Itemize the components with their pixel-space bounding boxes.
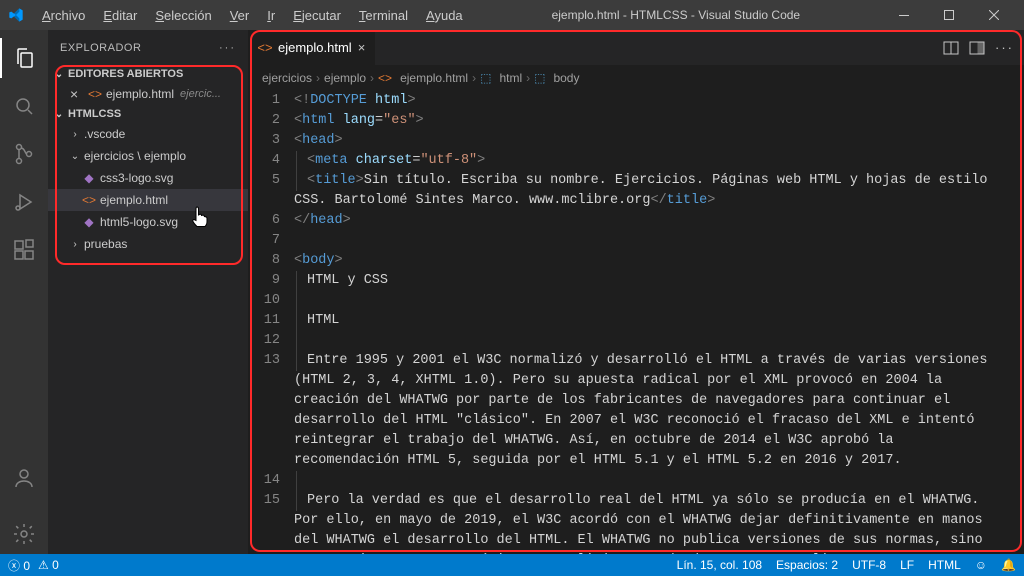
open-editor-item[interactable]: × <> ejemplo.html ejercic... [48, 83, 248, 105]
chevron-down-icon: ⌄ [70, 151, 80, 162]
menu-ayuda[interactable]: Ayuda [418, 4, 471, 27]
editor-area: <> ejemplo.html × ··· ejercicios › ejemp… [248, 30, 1024, 554]
crumb-file[interactable]: <>ejemplo.html [378, 71, 468, 85]
maximize-button[interactable] [926, 0, 971, 30]
activity-account-icon[interactable] [0, 458, 48, 498]
status-warnings[interactable]: ⚠ 0 [38, 558, 59, 572]
activity-settings-icon[interactable] [0, 514, 48, 554]
explorer-more-icon[interactable]: ··· [219, 42, 236, 54]
activity-debug-icon[interactable] [0, 182, 48, 222]
editor-more-icon[interactable]: ··· [995, 40, 1014, 55]
status-eol[interactable]: LF [900, 558, 914, 572]
status-indentation[interactable]: Espacios: 2 [776, 558, 838, 572]
status-cursor-position[interactable]: Lín. 15, col. 108 [677, 558, 762, 572]
code-line[interactable]: 6</head> [248, 211, 1024, 231]
crumb-html[interactable]: ⬚html [480, 71, 522, 85]
code-line[interactable]: 10 [248, 291, 1024, 311]
open-editors-header[interactable]: ⌄ EDITORES ABIERTOS [48, 65, 248, 83]
explorer-title: EXPLORADOR [60, 42, 141, 54]
menu-ejecutar[interactable]: Ejecutar [285, 4, 349, 27]
activity-bar [0, 30, 48, 554]
html-file-icon: <> [258, 41, 272, 55]
menu-editar[interactable]: Editar [95, 4, 145, 27]
split-editor-icon[interactable] [943, 40, 959, 56]
code-line[interactable]: 14 [248, 471, 1024, 491]
file-ejemplo-html[interactable]: <> ejemplo.html [48, 189, 248, 211]
breadcrumbs[interactable]: ejercicios › ejemplo › <>ejemplo.html › … [248, 65, 1024, 91]
close-button[interactable] [971, 0, 1016, 30]
code-line[interactable]: 1<!DOCTYPE html> [248, 91, 1024, 111]
code-editor[interactable]: 1<!DOCTYPE html>2<html lang="es">3<head>… [248, 91, 1024, 554]
workspace-header[interactable]: ⌄ HTMLCSS [48, 105, 248, 123]
code-line[interactable]: 7 [248, 231, 1024, 251]
code-line[interactable]: 12 [248, 331, 1024, 351]
status-feedback-icon[interactable]: ☺ [975, 558, 987, 572]
file-css3-logo[interactable]: ◆ css3-logo.svg [48, 167, 248, 189]
folder-ejercicios-ejemplo[interactable]: ⌄ ejercicios \ ejemplo [48, 145, 248, 167]
menu-terminal[interactable]: Terminal [351, 4, 416, 27]
code-line[interactable]: 2<html lang="es"> [248, 111, 1024, 131]
minimize-button[interactable] [881, 0, 926, 30]
crumb-body[interactable]: ⬚body [534, 71, 579, 85]
status-bar: ⓧ 0 ⚠ 0 Lín. 15, col. 108 Espacios: 2 UT… [0, 554, 1024, 576]
status-encoding[interactable]: UTF-8 [852, 558, 886, 572]
chevron-right-icon: › [70, 239, 80, 250]
crumb-ejemplo[interactable]: ejemplo [324, 71, 366, 85]
menu-bar: Archivo Editar Selección Ver Ir Ejecutar… [34, 4, 471, 27]
menu-ir[interactable]: Ir [259, 4, 283, 27]
code-line[interactable]: 4<meta charset="utf-8"> [248, 151, 1024, 171]
tab-ejemplo-html[interactable]: <> ejemplo.html × [248, 30, 376, 65]
menu-seleccion[interactable]: Selección [147, 4, 219, 27]
code-line[interactable]: 8<body> [248, 251, 1024, 271]
code-line[interactable]: 9HTML y CSS [248, 271, 1024, 291]
code-line[interactable]: 5<title>Sin título. Escriba su nombre. E… [248, 171, 1024, 211]
activity-explorer-icon[interactable] [0, 38, 48, 78]
close-editor-icon[interactable]: × [70, 86, 84, 102]
folder-pruebas[interactable]: › pruebas [48, 233, 248, 255]
chevron-down-icon: ⌄ [54, 69, 64, 80]
html-file-icon: <> [88, 87, 102, 101]
menu-archivo[interactable]: Archivo [34, 4, 93, 27]
close-tab-icon[interactable]: × [358, 40, 366, 55]
toggle-layout-icon[interactable] [969, 40, 985, 56]
code-line[interactable]: 11HTML [248, 311, 1024, 331]
crumb-ejercicios[interactable]: ejercicios [262, 71, 312, 85]
window-title: ejemplo.html - HTMLCSS - Visual Studio C… [475, 8, 877, 22]
chevron-down-icon: ⌄ [54, 109, 64, 120]
status-language[interactable]: HTML [928, 558, 961, 572]
svg-file-icon: ◆ [82, 215, 96, 229]
activity-extensions-icon[interactable] [0, 230, 48, 270]
file-html5-logo[interactable]: ◆ html5-logo.svg [48, 211, 248, 233]
title-bar: Archivo Editar Selección Ver Ir Ejecutar… [0, 0, 1024, 30]
svg-file-icon: ◆ [82, 171, 96, 185]
file-tree: › .vscode ⌄ ejercicios \ ejemplo ◆ css3-… [48, 123, 248, 255]
status-errors[interactable]: ⓧ 0 [8, 557, 30, 574]
folder-vscode[interactable]: › .vscode [48, 123, 248, 145]
menu-ver[interactable]: Ver [222, 4, 258, 27]
editor-tabs: <> ejemplo.html × ··· [248, 30, 1024, 65]
explorer-sidebar: EXPLORADOR ··· ⌄ EDITORES ABIERTOS × <> … [48, 30, 248, 554]
status-notifications-icon[interactable]: 🔔 [1001, 558, 1016, 572]
code-line[interactable]: 3<head> [248, 131, 1024, 151]
code-line[interactable]: 15Pero la verdad es que el desarrollo re… [248, 491, 1024, 554]
html-file-icon: <> [82, 193, 96, 207]
chevron-right-icon: › [70, 129, 80, 140]
code-line[interactable]: 13Entre 1995 y 2001 el W3C normalizó y d… [248, 351, 1024, 471]
activity-search-icon[interactable] [0, 86, 48, 126]
activity-source-control-icon[interactable] [0, 134, 48, 174]
vscode-logo-icon [8, 7, 24, 23]
